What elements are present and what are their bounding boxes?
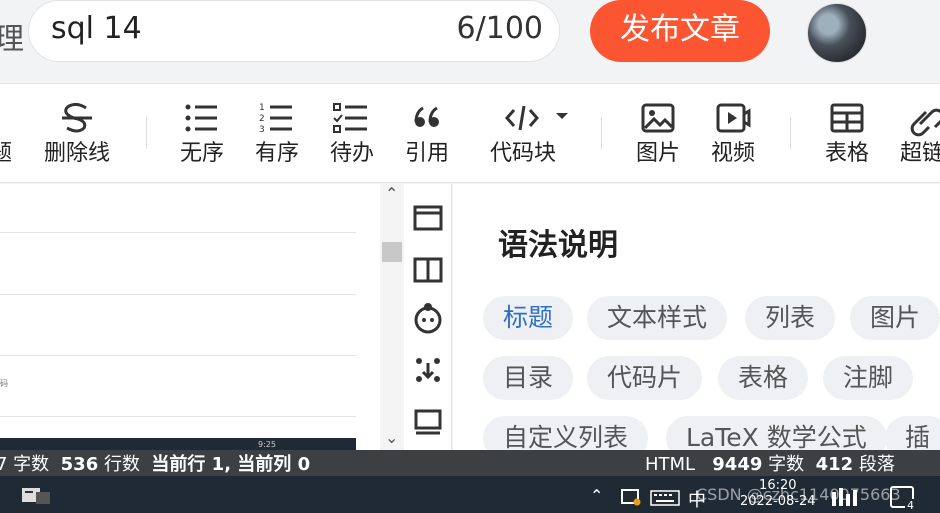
code-block-icon xyxy=(505,105,568,131)
embedded-screenshot-time: 9:25 xyxy=(258,440,276,449)
chip-image[interactable]: 图片 xyxy=(850,296,940,340)
chip-latex[interactable]: LaTeX 数学公式 xyxy=(666,416,887,450)
view-mode-sidebar xyxy=(404,184,452,450)
split-view-icon[interactable] xyxy=(412,254,444,286)
chip-heading[interactable]: 标题 xyxy=(483,296,574,340)
chevron-down-icon[interactable]: ⌄ xyxy=(385,428,398,447)
article-title-input[interactable]: sql 14 xyxy=(51,11,142,46)
chip-list[interactable]: 列表 xyxy=(745,296,836,340)
editor-divider xyxy=(0,294,356,295)
editor-text: 码 xyxy=(0,379,8,388)
unordered-list-button[interactable]: 无序 xyxy=(178,98,226,168)
video-button[interactable]: 视频 xyxy=(709,98,757,168)
windows-taskbar: ⌃ 中 CSDN @czhc1140075663 16:20 2022-08-2… xyxy=(0,476,940,513)
line-count-value: 536 xyxy=(60,454,99,475)
svg-text:2: 2 xyxy=(259,114,265,124)
svg-text:3: 3 xyxy=(259,125,265,135)
image-button[interactable]: 图片 xyxy=(634,98,682,168)
article-title-field[interactable]: sql 14 6/100 xyxy=(28,0,560,62)
ordered-list-icon: 123 xyxy=(259,103,292,135)
chip-table[interactable]: 表格 xyxy=(718,356,809,400)
ordered-list-button[interactable]: 123 有序 xyxy=(253,98,301,168)
chip-toc[interactable]: 目录 xyxy=(483,356,574,400)
cursor-position: 当前行 1, 当前列 0 xyxy=(151,454,311,475)
chip-insert[interactable]: 插 xyxy=(885,416,940,450)
code-block-button[interactable]: 代码块 xyxy=(486,98,568,168)
video-icon xyxy=(716,103,751,133)
todo-list-button[interactable]: 待办 xyxy=(328,98,376,168)
heading-icon xyxy=(0,98,14,138)
toolbar-divider xyxy=(146,117,147,149)
link-icon xyxy=(910,108,940,137)
editor-divider xyxy=(0,355,356,356)
heading-button[interactable]: 题 xyxy=(0,98,14,168)
chevron-up-icon[interactable]: ⌃ xyxy=(590,486,603,505)
para-count-label: 段落 xyxy=(858,454,895,475)
clock-time: 16:20 xyxy=(759,478,797,493)
chevron-up-icon[interactable]: ⌃ xyxy=(385,184,398,203)
editor-divider xyxy=(0,416,356,417)
preview-icon[interactable] xyxy=(412,406,444,438)
app-tray-icon[interactable] xyxy=(830,486,860,508)
status-left: 7 字数 536 行数 当前行 1, 当前列 0 xyxy=(0,450,310,476)
publish-article-button[interactable]: 发布文章 xyxy=(590,0,770,62)
para-count-value: 412 xyxy=(815,454,854,475)
assistant-icon[interactable] xyxy=(412,300,444,336)
svg-text:1: 1 xyxy=(259,103,265,113)
format-label: HTML xyxy=(645,454,696,475)
scrollbar-thumb[interactable] xyxy=(382,242,402,262)
status-bar: 7 字数 536 行数 当前行 1, 当前列 0 HTML 9449 字数 41… xyxy=(0,450,940,476)
link-button[interactable]: 超链 xyxy=(898,98,940,168)
single-column-icon[interactable] xyxy=(412,202,444,234)
formatting-toolbar: 题 删除线 无序 123 有序 待办 引用 代码块 图片 视频 表格 超链 xyxy=(0,83,940,183)
taskbar-app-icon[interactable] xyxy=(20,484,52,508)
image-icon xyxy=(641,103,675,133)
char-count-label: 字数 xyxy=(768,454,805,475)
unordered-list-icon xyxy=(185,104,217,132)
todo-list-icon xyxy=(333,103,367,133)
chip-text-style[interactable]: 文本样式 xyxy=(587,296,728,340)
toolbar-divider xyxy=(790,117,791,149)
table-icon xyxy=(830,103,864,133)
avatar[interactable] xyxy=(807,3,867,63)
editor-window: 理 sql 14 6/100 发布文章 题 删除线 无序 1 2 3 有序 待办… xyxy=(0,0,940,513)
strikethrough-icon xyxy=(62,102,92,133)
embedded-screenshot xyxy=(0,438,356,450)
title-char-count: 6/100 xyxy=(456,11,543,46)
cut-title-label: 理 xyxy=(0,22,24,57)
clock[interactable]: 16:20 2022-08-24 xyxy=(740,478,816,510)
word-count-left: 7 字数 xyxy=(0,454,50,475)
syntax-help-panel: 语法说明 标题 文本样式 列表 图片 目录 代码片 表格 注脚 自定义列表 La… xyxy=(453,184,940,450)
toolbar-divider xyxy=(601,117,602,149)
clock-date: 2022-08-24 xyxy=(740,494,816,509)
line-count-label: 行数 xyxy=(103,454,140,475)
help-title: 语法说明 xyxy=(498,228,618,263)
char-count-value: 9449 xyxy=(712,454,763,475)
chip-code-snippet[interactable]: 代码片 xyxy=(587,356,703,400)
chip-footnote[interactable]: 注脚 xyxy=(823,356,914,400)
status-right: HTML 9449 字数 412 段落 xyxy=(645,450,895,476)
markdown-editor[interactable]: 码 9:25 xyxy=(0,184,380,450)
shortcuts-icon[interactable] xyxy=(412,354,444,386)
editor-scrollbar[interactable]: ⌃ ⌄ xyxy=(380,184,404,450)
network-icon[interactable] xyxy=(620,488,642,506)
strikethrough-button[interactable]: 删除线 xyxy=(42,98,112,168)
chip-custom-list[interactable]: 自定义列表 xyxy=(483,416,649,450)
table-button[interactable]: 表格 xyxy=(823,98,871,168)
editor-divider xyxy=(0,232,356,233)
header-bar: 理 sql 14 6/100 发布文章 xyxy=(0,0,940,82)
notification-count: 4 xyxy=(905,499,916,512)
keyboard-icon[interactable] xyxy=(650,490,680,506)
quote-icon xyxy=(414,106,439,127)
quote-button[interactable]: 引用 xyxy=(403,98,451,168)
notification-icon[interactable]: 4 xyxy=(890,486,916,512)
